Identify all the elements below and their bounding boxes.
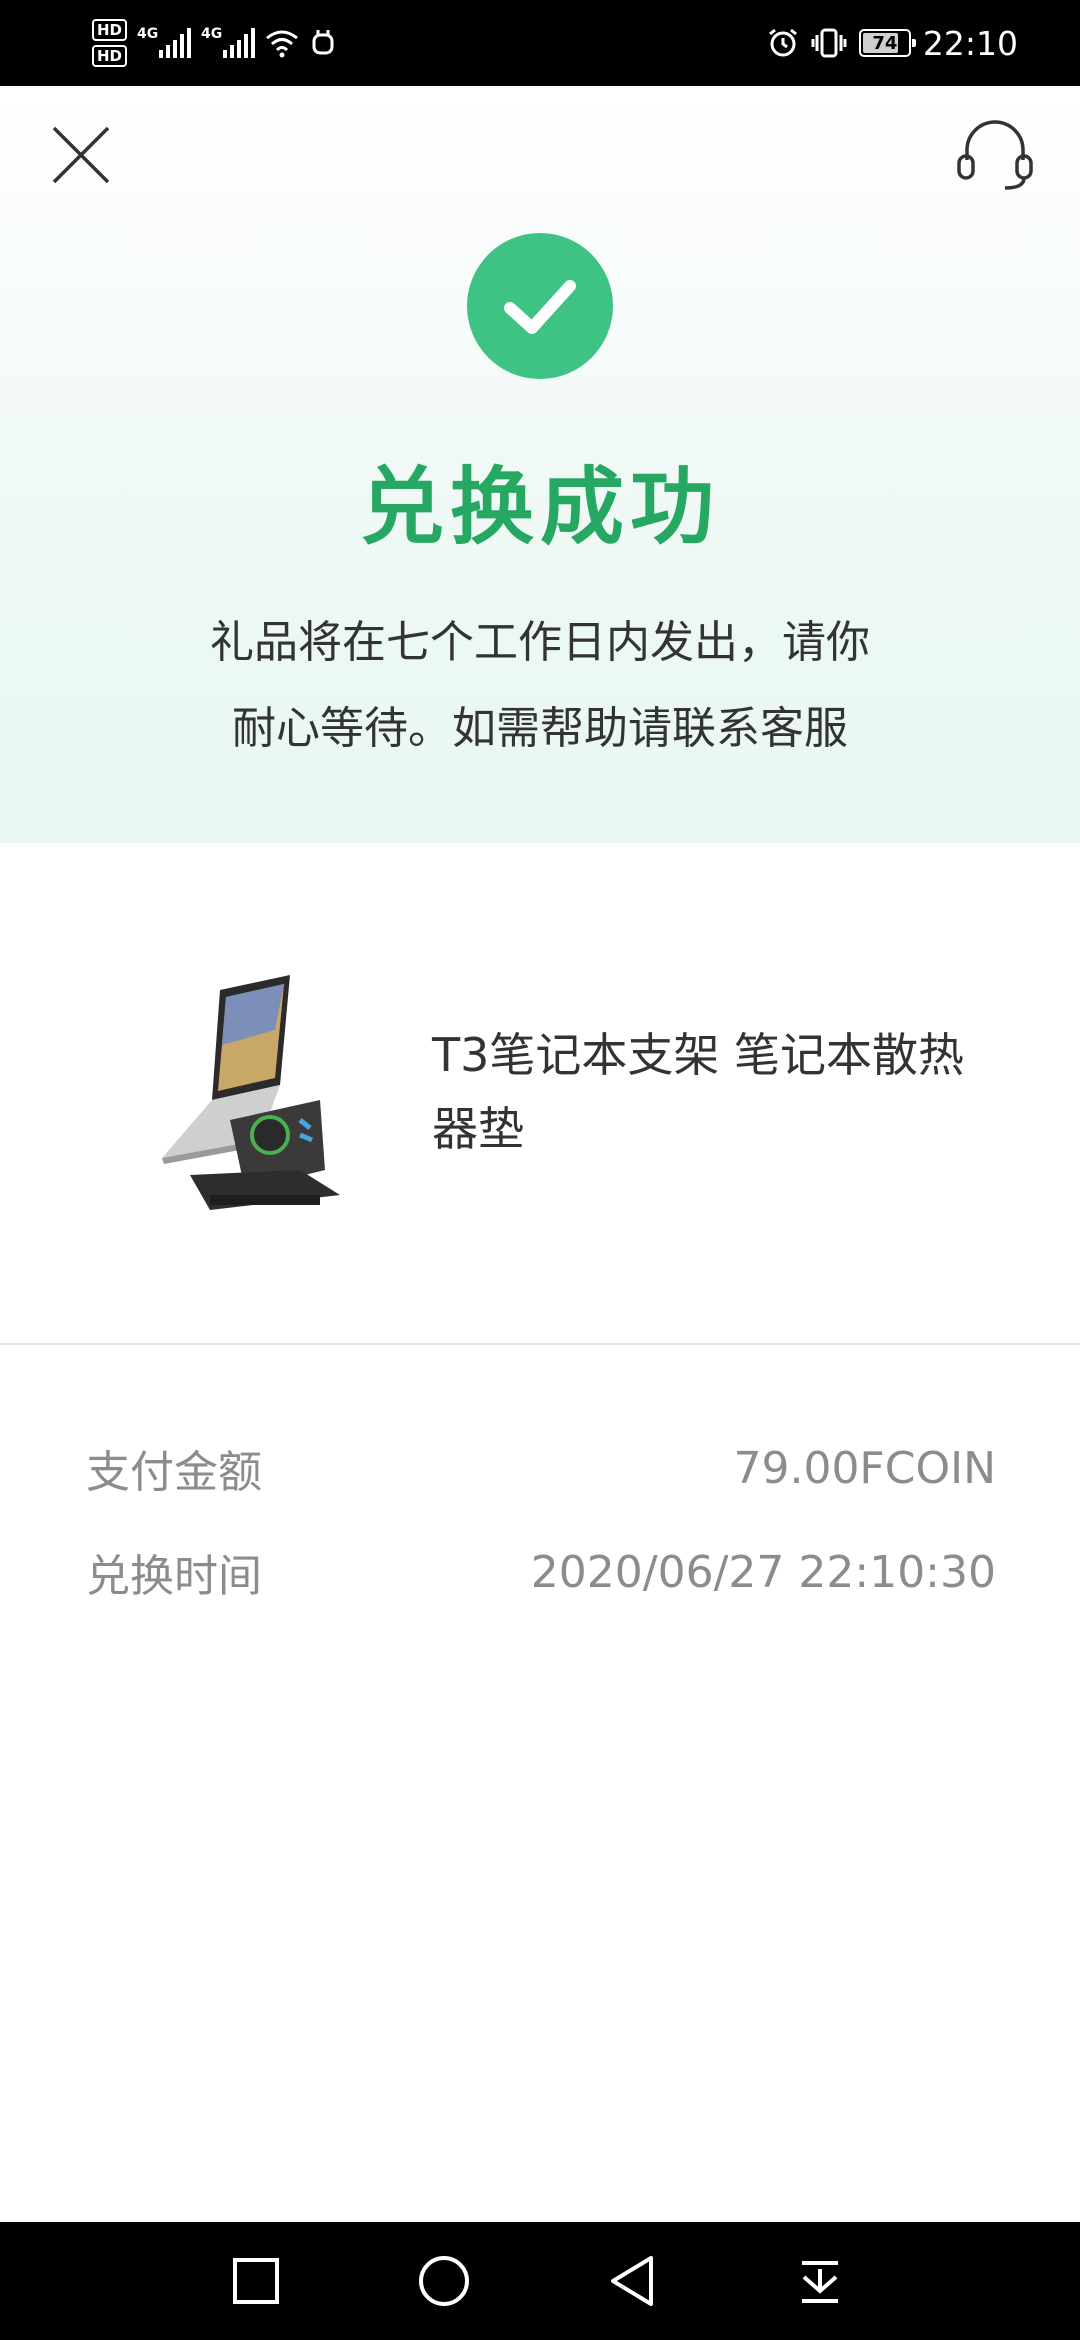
vibrate-icon [811, 28, 847, 58]
status-left: HD HD 4G 4G [92, 14, 337, 72]
exchange-time-label: 兑换时间 [86, 1551, 262, 1602]
product-image [162, 975, 340, 1210]
signal-icon-2: 4G [201, 26, 256, 58]
square-icon [233, 2258, 279, 2304]
alarm-icon [768, 28, 797, 57]
network-type-2: 4G [201, 26, 223, 42]
triangle-back-icon [611, 2256, 653, 2306]
customer-service-button[interactable] [955, 120, 1035, 192]
wifi-icon [266, 30, 298, 58]
result-message-line-1: 礼品将在七个工作日内发出，请你 [210, 617, 870, 668]
back-button[interactable] [572, 2222, 692, 2340]
pull-down-icon [802, 2261, 838, 2303]
close-button[interactable] [50, 124, 112, 186]
network-type-1: 4G [137, 26, 159, 42]
status-bar: HD HD 4G 4G 74 22:10 [0, 0, 1080, 86]
signal-icon-1: 4G [137, 26, 192, 58]
detail-row-payment: 支付金额 79.00FCOIN [86, 1433, 996, 1503]
result-title: 兑换成功 [359, 458, 720, 556]
circle-icon [419, 2256, 469, 2306]
payment-amount-label: 支付金额 [86, 1447, 262, 1498]
detail-row-time: 兑换时间 2020/06/27 22:10:30 [86, 1537, 996, 1607]
payment-amount-value: 79.00FCOIN [733, 1442, 996, 1494]
notification-pull-button[interactable] [760, 2222, 880, 2340]
battery-level: 74 [872, 32, 898, 54]
navigation-bar [0, 2222, 1080, 2340]
product-card[interactable]: T3笔记本支架 笔记本散热器垫 [0, 843, 1080, 1343]
hd-badge-1: HD [92, 19, 128, 41]
section-divider [0, 1343, 1080, 1345]
recent-apps-button[interactable] [196, 2222, 316, 2340]
exchange-time-value: 2020/06/27 22:10:30 [530, 1546, 996, 1598]
hd-indicators: HD HD [92, 19, 128, 67]
home-button[interactable] [384, 2222, 504, 2340]
status-right: 74 22:10 [767, 14, 1018, 72]
battery-indicator: 74 [858, 29, 916, 57]
clock: 22:10 [922, 23, 1018, 63]
checkmark-glyph [504, 280, 576, 334]
hd-badge-2: HD [92, 45, 128, 67]
result-message-line-2: 耐心等待。如需帮助请联系客服 [232, 703, 848, 754]
success-check-icon [467, 233, 613, 379]
result-message: 礼品将在七个工作日内发出，请你 耐心等待。如需帮助请联系客服 [160, 600, 920, 772]
product-name: T3笔记本支架 笔记本散热器垫 [432, 1028, 964, 1156]
mute-icon [312, 30, 334, 55]
headset-icon [957, 120, 1033, 190]
close-icon [52, 126, 110, 184]
